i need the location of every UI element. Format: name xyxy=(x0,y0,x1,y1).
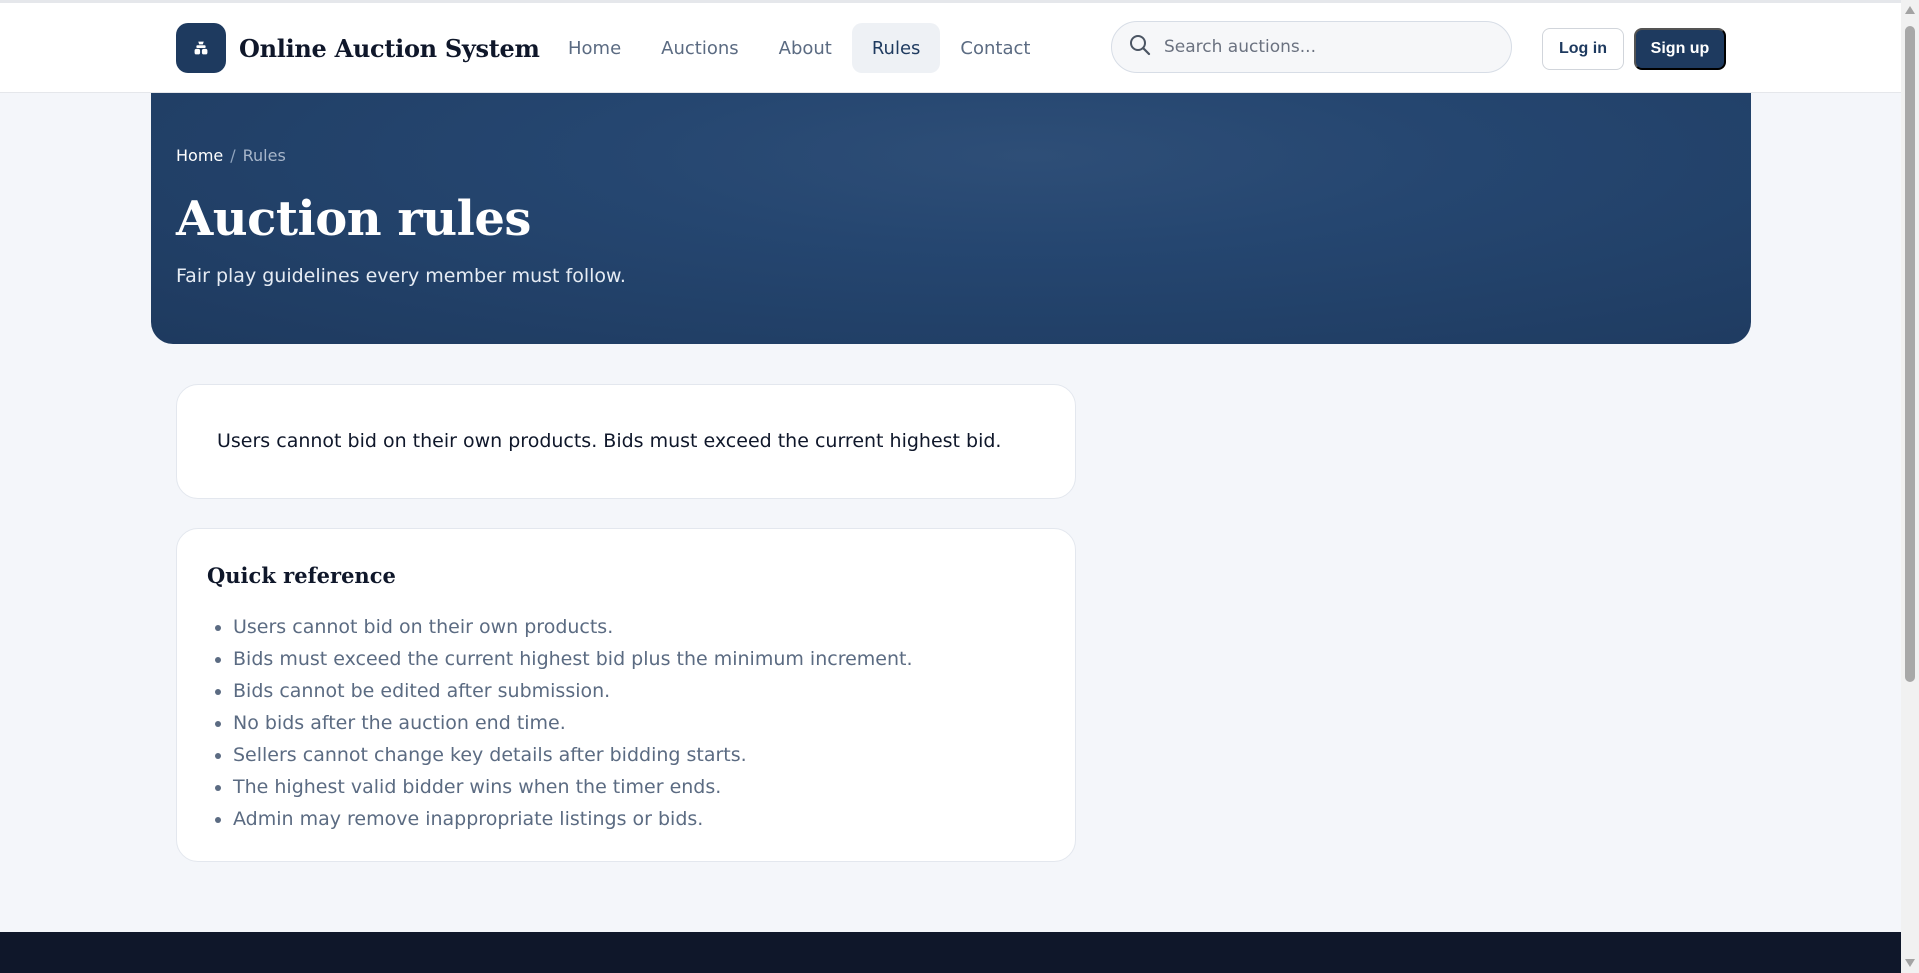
search-icon xyxy=(1128,33,1152,61)
scrollbar[interactable] xyxy=(1901,0,1919,973)
quick-reference-card: Quick reference Users cannot bid on thei… xyxy=(176,528,1076,862)
list-item: Sellers cannot change key details after … xyxy=(215,739,913,771)
page-title: Auction rules xyxy=(176,191,531,247)
gavel-icon xyxy=(176,23,226,73)
rules-summary-card: Users cannot bid on their own products. … xyxy=(176,384,1076,499)
list-item: The highest valid bidder wins when the t… xyxy=(215,771,913,803)
list-item: Users cannot bid on their own products. xyxy=(215,611,913,643)
nav-contact[interactable]: Contact xyxy=(940,23,1050,73)
hero-banner: Home / Rules Auction rules Fair play gui… xyxy=(151,93,1751,344)
list-item: Admin may remove inappropriate listings … xyxy=(215,803,913,835)
navbar: Online Auction System Home Auctions Abou… xyxy=(0,3,1901,93)
breadcrumb-current: Rules xyxy=(242,146,286,165)
search-box xyxy=(1111,21,1512,73)
breadcrumb-home[interactable]: Home xyxy=(176,146,223,165)
nav-rules[interactable]: Rules xyxy=(851,23,941,73)
quick-reference-title: Quick reference xyxy=(207,563,396,588)
breadcrumb-separator: / xyxy=(230,146,236,165)
brand[interactable]: Online Auction System xyxy=(176,23,540,73)
search-input[interactable] xyxy=(1164,37,1494,57)
list-item: Bids cannot be edited after submission. xyxy=(215,675,913,707)
signup-button[interactable]: Sign up xyxy=(1634,28,1726,70)
scroll-up-arrow-icon[interactable] xyxy=(1905,6,1915,14)
quick-reference-list: Users cannot bid on their own products. … xyxy=(215,611,913,835)
login-button[interactable]: Log in xyxy=(1542,28,1624,70)
rules-summary-text: Users cannot bid on their own products. … xyxy=(217,430,1002,452)
list-item: Bids must exceed the current highest bid… xyxy=(215,643,913,675)
nav-auctions[interactable]: Auctions xyxy=(641,23,758,73)
list-item: No bids after the auction end time. xyxy=(215,707,913,739)
breadcrumb: Home / Rules xyxy=(176,146,286,165)
scroll-down-arrow-icon[interactable] xyxy=(1905,959,1915,967)
main-nav: Home Auctions About Rules Contact xyxy=(548,23,1050,73)
nav-home[interactable]: Home xyxy=(548,23,641,73)
footer xyxy=(0,932,1901,973)
brand-name: Online Auction System xyxy=(239,33,540,63)
scrollbar-thumb[interactable] xyxy=(1905,26,1915,682)
page-subtitle: Fair play guidelines every member must f… xyxy=(176,265,626,287)
nav-about[interactable]: About xyxy=(759,23,852,73)
